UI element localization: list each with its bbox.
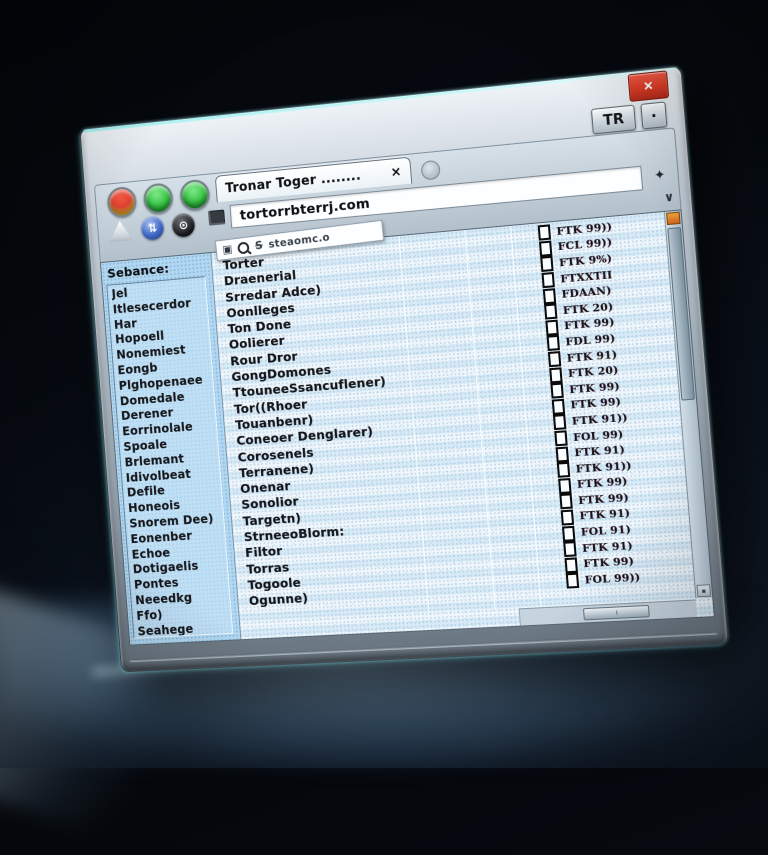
flag-label: FTK 20): [568, 364, 619, 380]
checkbox[interactable]: [552, 399, 565, 415]
site-icon: [208, 209, 225, 225]
traffic-light-red-icon[interactable]: [106, 186, 137, 219]
flag-label: FTK 99): [578, 492, 629, 507]
checkbox[interactable]: [561, 510, 574, 526]
flag-label: FTK 91): [579, 508, 630, 523]
grid-icon: ▣: [222, 242, 233, 256]
findbar-text: steaomc.o: [268, 231, 331, 250]
checkbox[interactable]: [540, 256, 553, 272]
traffic-lights: [106, 179, 210, 219]
checkbox[interactable]: [541, 272, 554, 288]
tr-button[interactable]: TR: [591, 105, 636, 135]
window-close-button[interactable]: ×: [628, 70, 670, 102]
checkbox[interactable]: [559, 494, 572, 510]
flag-label: FTK 99): [583, 556, 634, 571]
scene: × TR · ⇅ ⊙ Tronar Toger ........: [0, 0, 768, 768]
results-list: Torter Draenerial Srredar Adce) Oonllege…: [212, 226, 537, 621]
checkbox[interactable]: [538, 225, 551, 241]
scroll-down-button[interactable]: [696, 584, 711, 597]
stage: × TR · ⇅ ⊙ Tronar Toger ........: [0, 0, 768, 768]
checkbox[interactable]: [562, 525, 575, 541]
traffic-light-green-icon[interactable]: [143, 182, 174, 215]
checkbox[interactable]: [566, 573, 579, 589]
flag-label: FTK 99): [570, 396, 621, 412]
flag-label: FOL 91): [580, 524, 631, 539]
flag-label: FTK 91): [582, 540, 633, 555]
checkbox[interactable]: [563, 541, 576, 557]
tab-close-icon[interactable]: ×: [390, 164, 402, 180]
checkbox[interactable]: [554, 430, 567, 446]
flag-label: FTK 99): [577, 476, 628, 491]
checkbox[interactable]: [548, 351, 561, 367]
checkbox[interactable]: [564, 557, 577, 573]
flag-label: FOL 99)): [584, 571, 640, 586]
chevron-down-icon[interactable]: ∨: [663, 189, 674, 204]
flag-label: FTK 91): [574, 444, 625, 460]
checkbox[interactable]: [547, 335, 560, 351]
traffic-light-green2-icon[interactable]: [179, 179, 211, 212]
checkbox[interactable]: [549, 367, 562, 383]
horizontal-scrollbar-thumb[interactable]: [583, 605, 650, 621]
horizontal-scrollbar[interactable]: [519, 599, 697, 625]
checkbox[interactable]: [543, 288, 556, 304]
sidebar-list[interactable]: Jel Itlesecerdor Har Hopoell Nonemiest E…: [106, 276, 233, 638]
search-icon: [237, 241, 250, 254]
menu-dot-button[interactable]: ·: [640, 101, 667, 129]
scroll-up-button[interactable]: [666, 212, 681, 226]
sparkle-icon[interactable]: ✦: [648, 167, 672, 185]
checkbox[interactable]: [544, 304, 557, 320]
checkbox[interactable]: [557, 462, 570, 478]
power-sphere-icon[interactable]: ⊙: [171, 212, 195, 237]
checkbox[interactable]: [550, 383, 563, 399]
download-sphere-icon[interactable]: ⇅: [140, 215, 164, 240]
home-triangle-icon[interactable]: [107, 219, 134, 244]
browser-window: × TR · ⇅ ⊙ Tronar Toger ........: [79, 66, 728, 673]
new-tab-button[interactable]: [420, 160, 440, 181]
checkbox[interactable]: [545, 319, 558, 335]
checkbox[interactable]: [539, 240, 552, 256]
flag-label: FTK 91)): [575, 459, 632, 475]
flag-label: FTK 99): [569, 380, 620, 396]
findbar-s-glyph: S: [254, 239, 263, 253]
checkbox[interactable]: [556, 446, 569, 462]
address-url: tortorrbterrj.com: [239, 195, 370, 223]
checkbox[interactable]: [553, 414, 566, 430]
content-area: Sebance: Jel Itlesecerdor Har Hopoell No…: [100, 209, 715, 645]
checkbox[interactable]: [558, 478, 571, 494]
flag-label: FOL 99): [573, 428, 624, 444]
